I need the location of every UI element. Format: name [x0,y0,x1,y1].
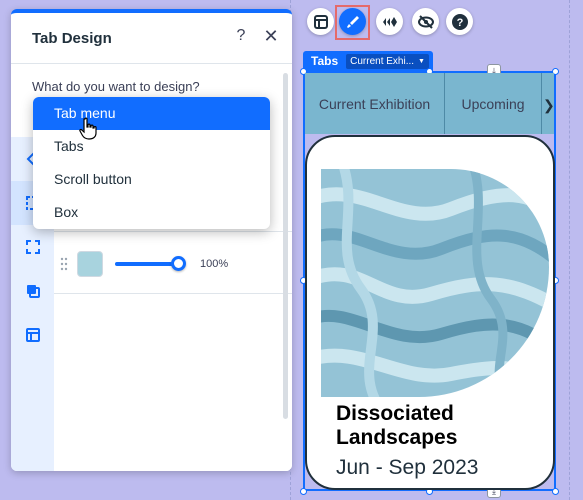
panel-header: Tab Design [11,13,292,63]
design-target-dropdown: Tab menu Tabs Scroll button Box [33,97,270,229]
drag-handle-icon[interactable] [60,257,68,271]
tab-design-panel: Tab Design ? ✕ What do you want to desig… [11,9,292,471]
design-button-highlight [335,5,370,40]
side-item-corners[interactable] [11,225,54,269]
tab-selector-value: Current Exhi... [350,55,415,67]
tabs-menu: Current Exhibition Upcoming ❯ [305,73,554,134]
card-title-line: Dissociated [336,402,454,425]
panel-title: Tab Design [32,29,112,47]
opacity-slider-handle[interactable] [171,256,186,271]
animation-icon [382,16,397,27]
row-divider [54,231,292,232]
dropdown-item-scroll-button[interactable]: Scroll button [33,163,270,196]
dropdown-item-box[interactable]: Box [33,196,270,229]
component-tag[interactable]: Tabs Current Exhi... ▼ [303,51,433,71]
shadow-icon [26,285,40,298]
chevron-right-icon[interactable]: ❯ [543,97,554,114]
corners-icon [25,240,40,254]
layout-button[interactable] [307,8,334,35]
card-title-line: Landscapes [336,426,458,449]
row-divider [54,293,292,294]
card-title: Dissociated Landscapes [336,402,457,450]
panel-divider [11,63,292,64]
exhibition-image [321,169,549,397]
animation-button[interactable] [376,8,403,35]
hide-icon [417,14,434,29]
chevron-down-icon: ▼ [418,57,425,65]
design-target-label: What do you want to design? [32,79,200,94]
help-icon: ? [451,13,468,30]
tab-label: Current Exhibition [318,95,431,112]
color-swatch[interactable] [77,251,103,277]
layout-icon [313,14,328,29]
side-item-layout[interactable] [11,313,54,357]
tab-selector-dropdown[interactable]: Current Exhi... ▼ [346,53,429,69]
tab-label: Upcoming [461,95,525,112]
help-button[interactable]: ? [446,8,473,35]
resize-handle[interactable] [300,488,307,495]
gridline [569,0,570,500]
tab-upcoming[interactable]: Upcoming [445,73,542,134]
tab-current-exhibition[interactable]: Current Exhibition [305,73,445,134]
hand-pointer-icon [79,117,97,140]
dropdown-item-tabs[interactable]: Tabs [33,130,270,163]
svg-text:?: ? [456,17,463,29]
component-tag-label: Tabs [311,54,339,68]
panel-scrollbar[interactable] [283,73,288,419]
close-icon[interactable]: ✕ [262,26,280,46]
exhibition-card: Dissociated Landscapes Jun - Sep 2023 [305,135,555,490]
side-item-shadow[interactable] [11,269,54,313]
opacity-value: 100% [200,258,229,270]
help-icon[interactable]: ? [233,27,249,47]
resize-handle[interactable] [552,488,559,495]
hide-button[interactable] [412,8,439,35]
dropdown-item-tab-menu[interactable]: Tab menu [33,97,270,130]
card-date: Jun - Sep 2023 [336,456,479,479]
layout-icon [25,328,40,342]
